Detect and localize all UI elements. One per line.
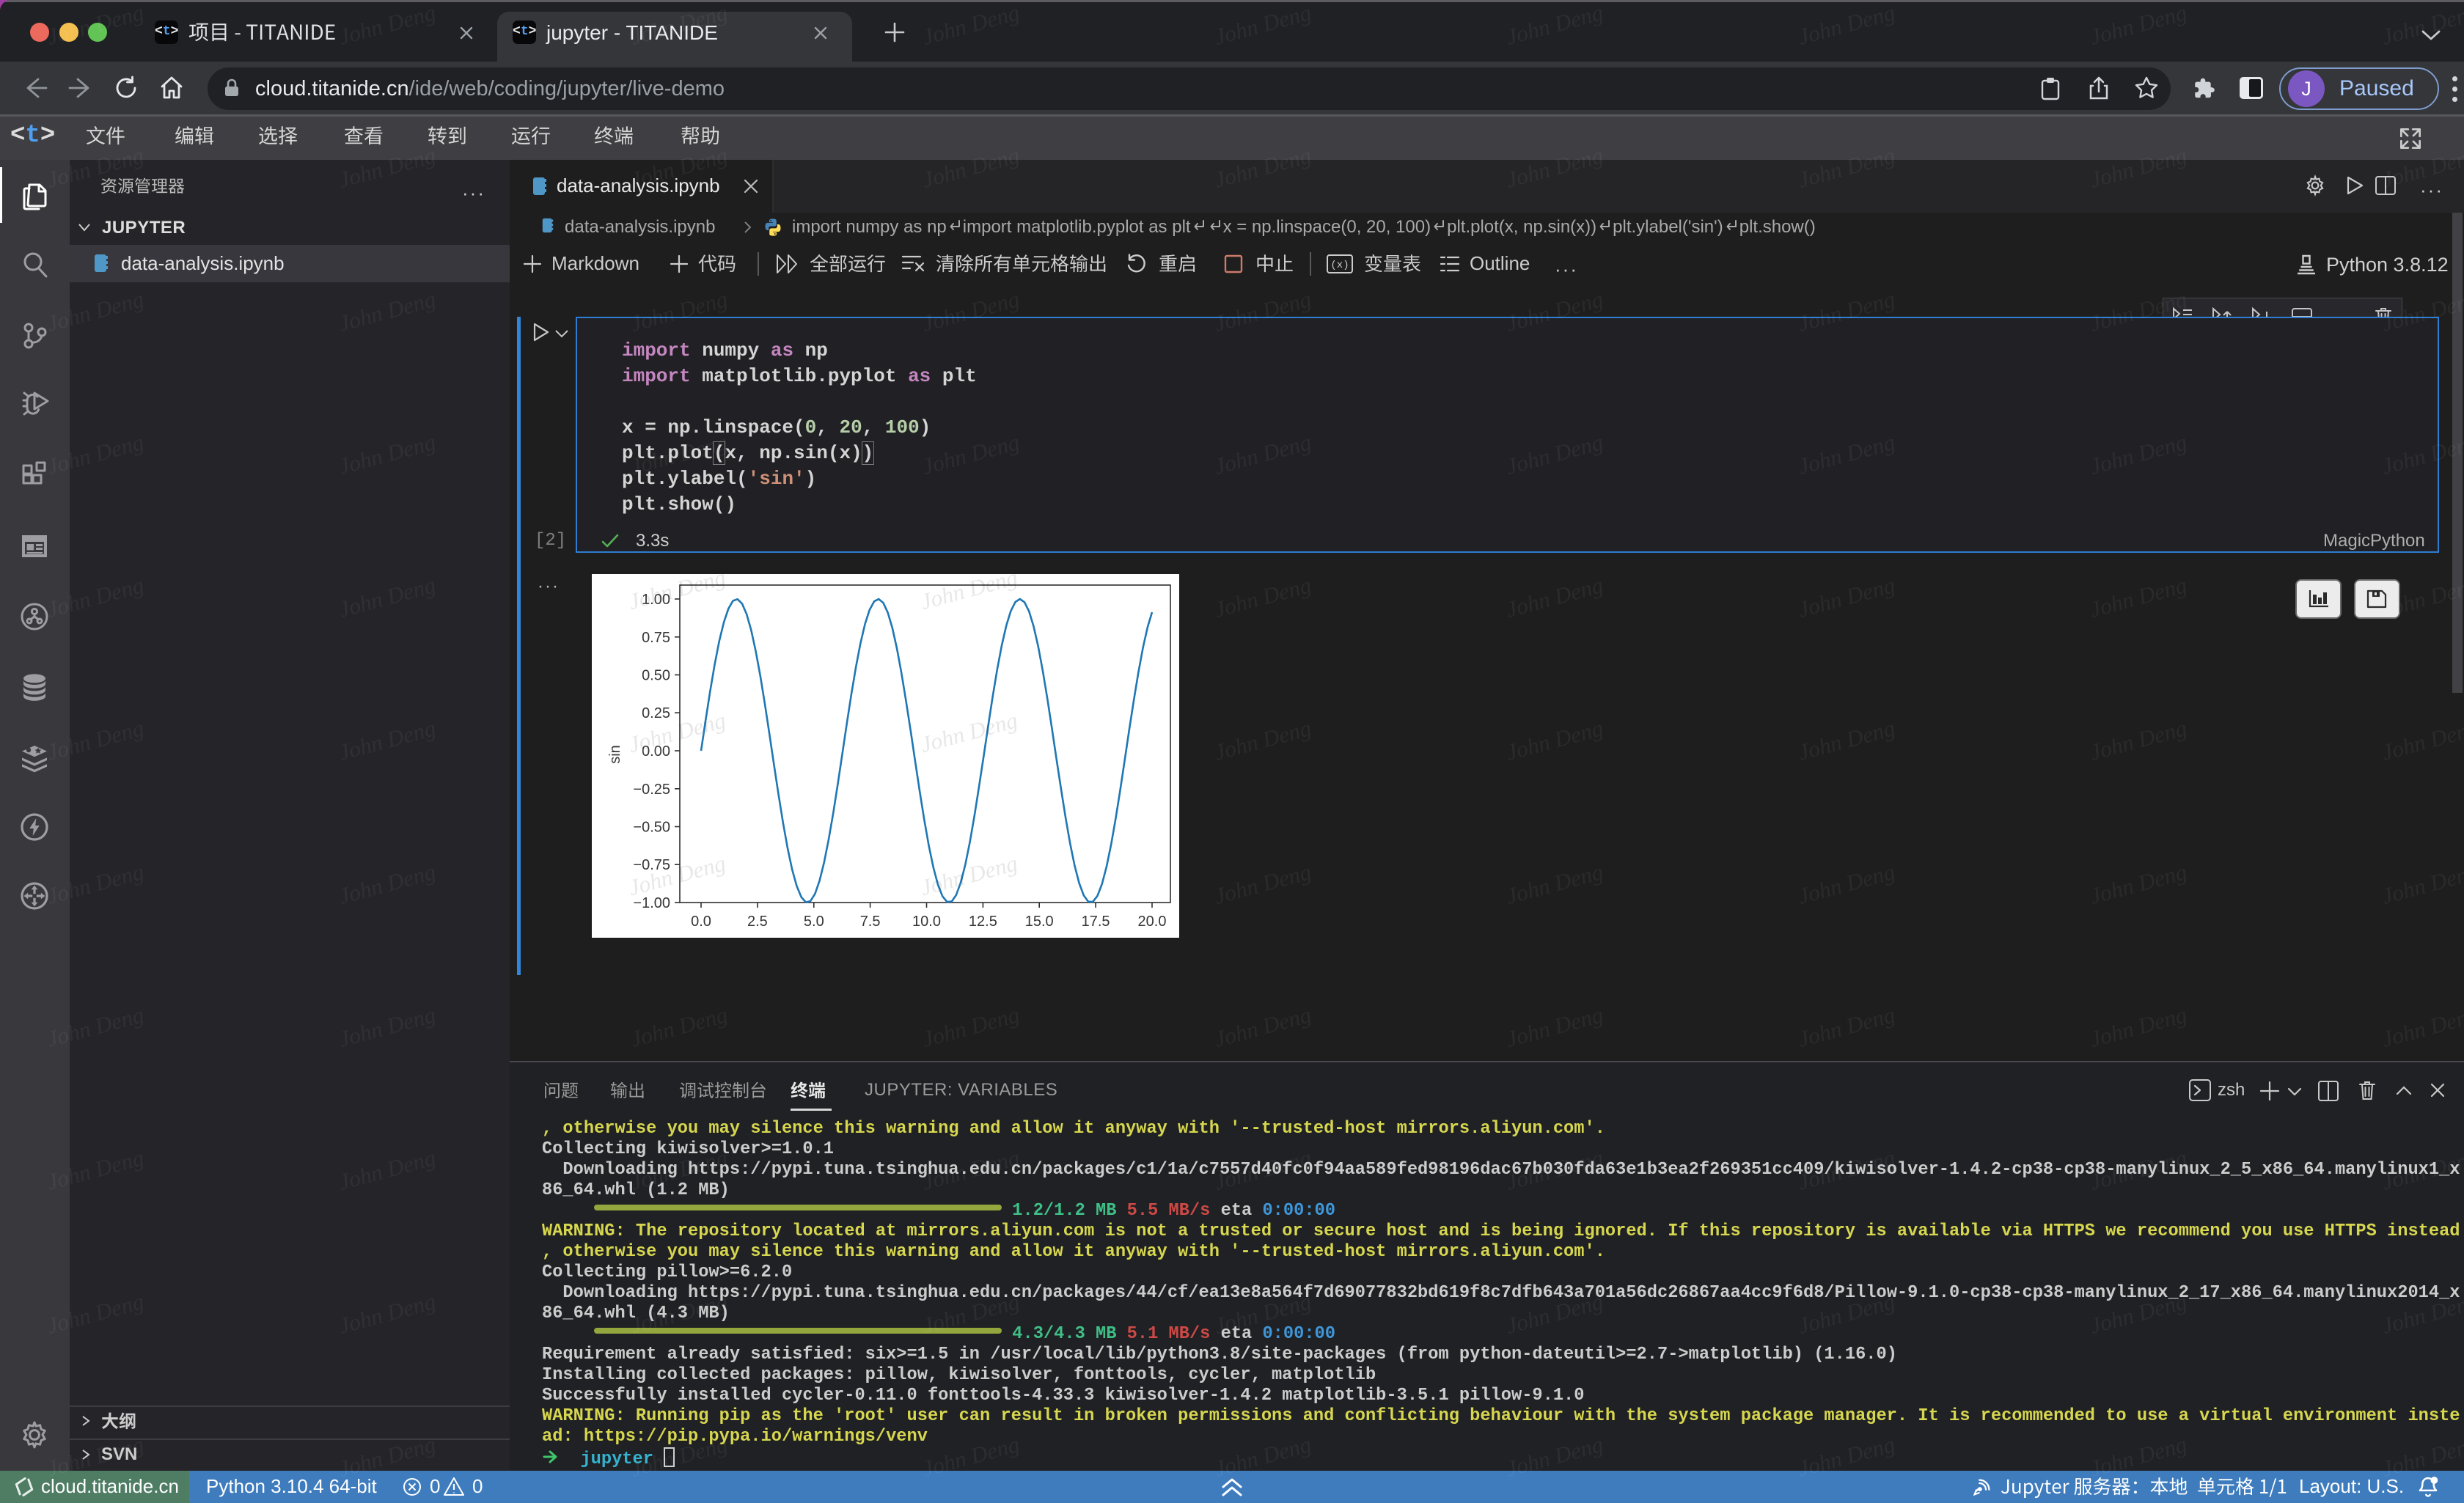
svg-text:John Deng: John Deng <box>917 707 1020 757</box>
svg-text:−0.25: −0.25 <box>633 782 670 798</box>
svg-text:7.5: 7.5 <box>860 914 881 930</box>
svg-text:John Deng: John Deng <box>917 850 1020 900</box>
svg-text:12.5: 12.5 <box>969 914 997 930</box>
svg-text:20.0: 20.0 <box>1138 914 1167 930</box>
svg-text:17.5: 17.5 <box>1082 914 1110 930</box>
svg-text:−0.50: −0.50 <box>633 820 670 836</box>
svg-text:John Deng: John Deng <box>626 574 728 614</box>
svg-text:0.75: 0.75 <box>642 630 670 646</box>
svg-text:5.0: 5.0 <box>804 914 824 930</box>
svg-text:0.50: 0.50 <box>642 668 670 684</box>
svg-text:0.0: 0.0 <box>691 914 711 930</box>
svg-text:John Deng: John Deng <box>917 574 1020 614</box>
svg-text:2.5: 2.5 <box>747 914 768 930</box>
svg-text:10.0: 10.0 <box>912 914 941 930</box>
svg-text:(x): (x) <box>1330 260 1349 271</box>
svg-text:sin: sin <box>607 745 623 764</box>
svg-text:0.25: 0.25 <box>642 705 670 721</box>
svg-text:15.0: 15.0 <box>1025 914 1054 930</box>
